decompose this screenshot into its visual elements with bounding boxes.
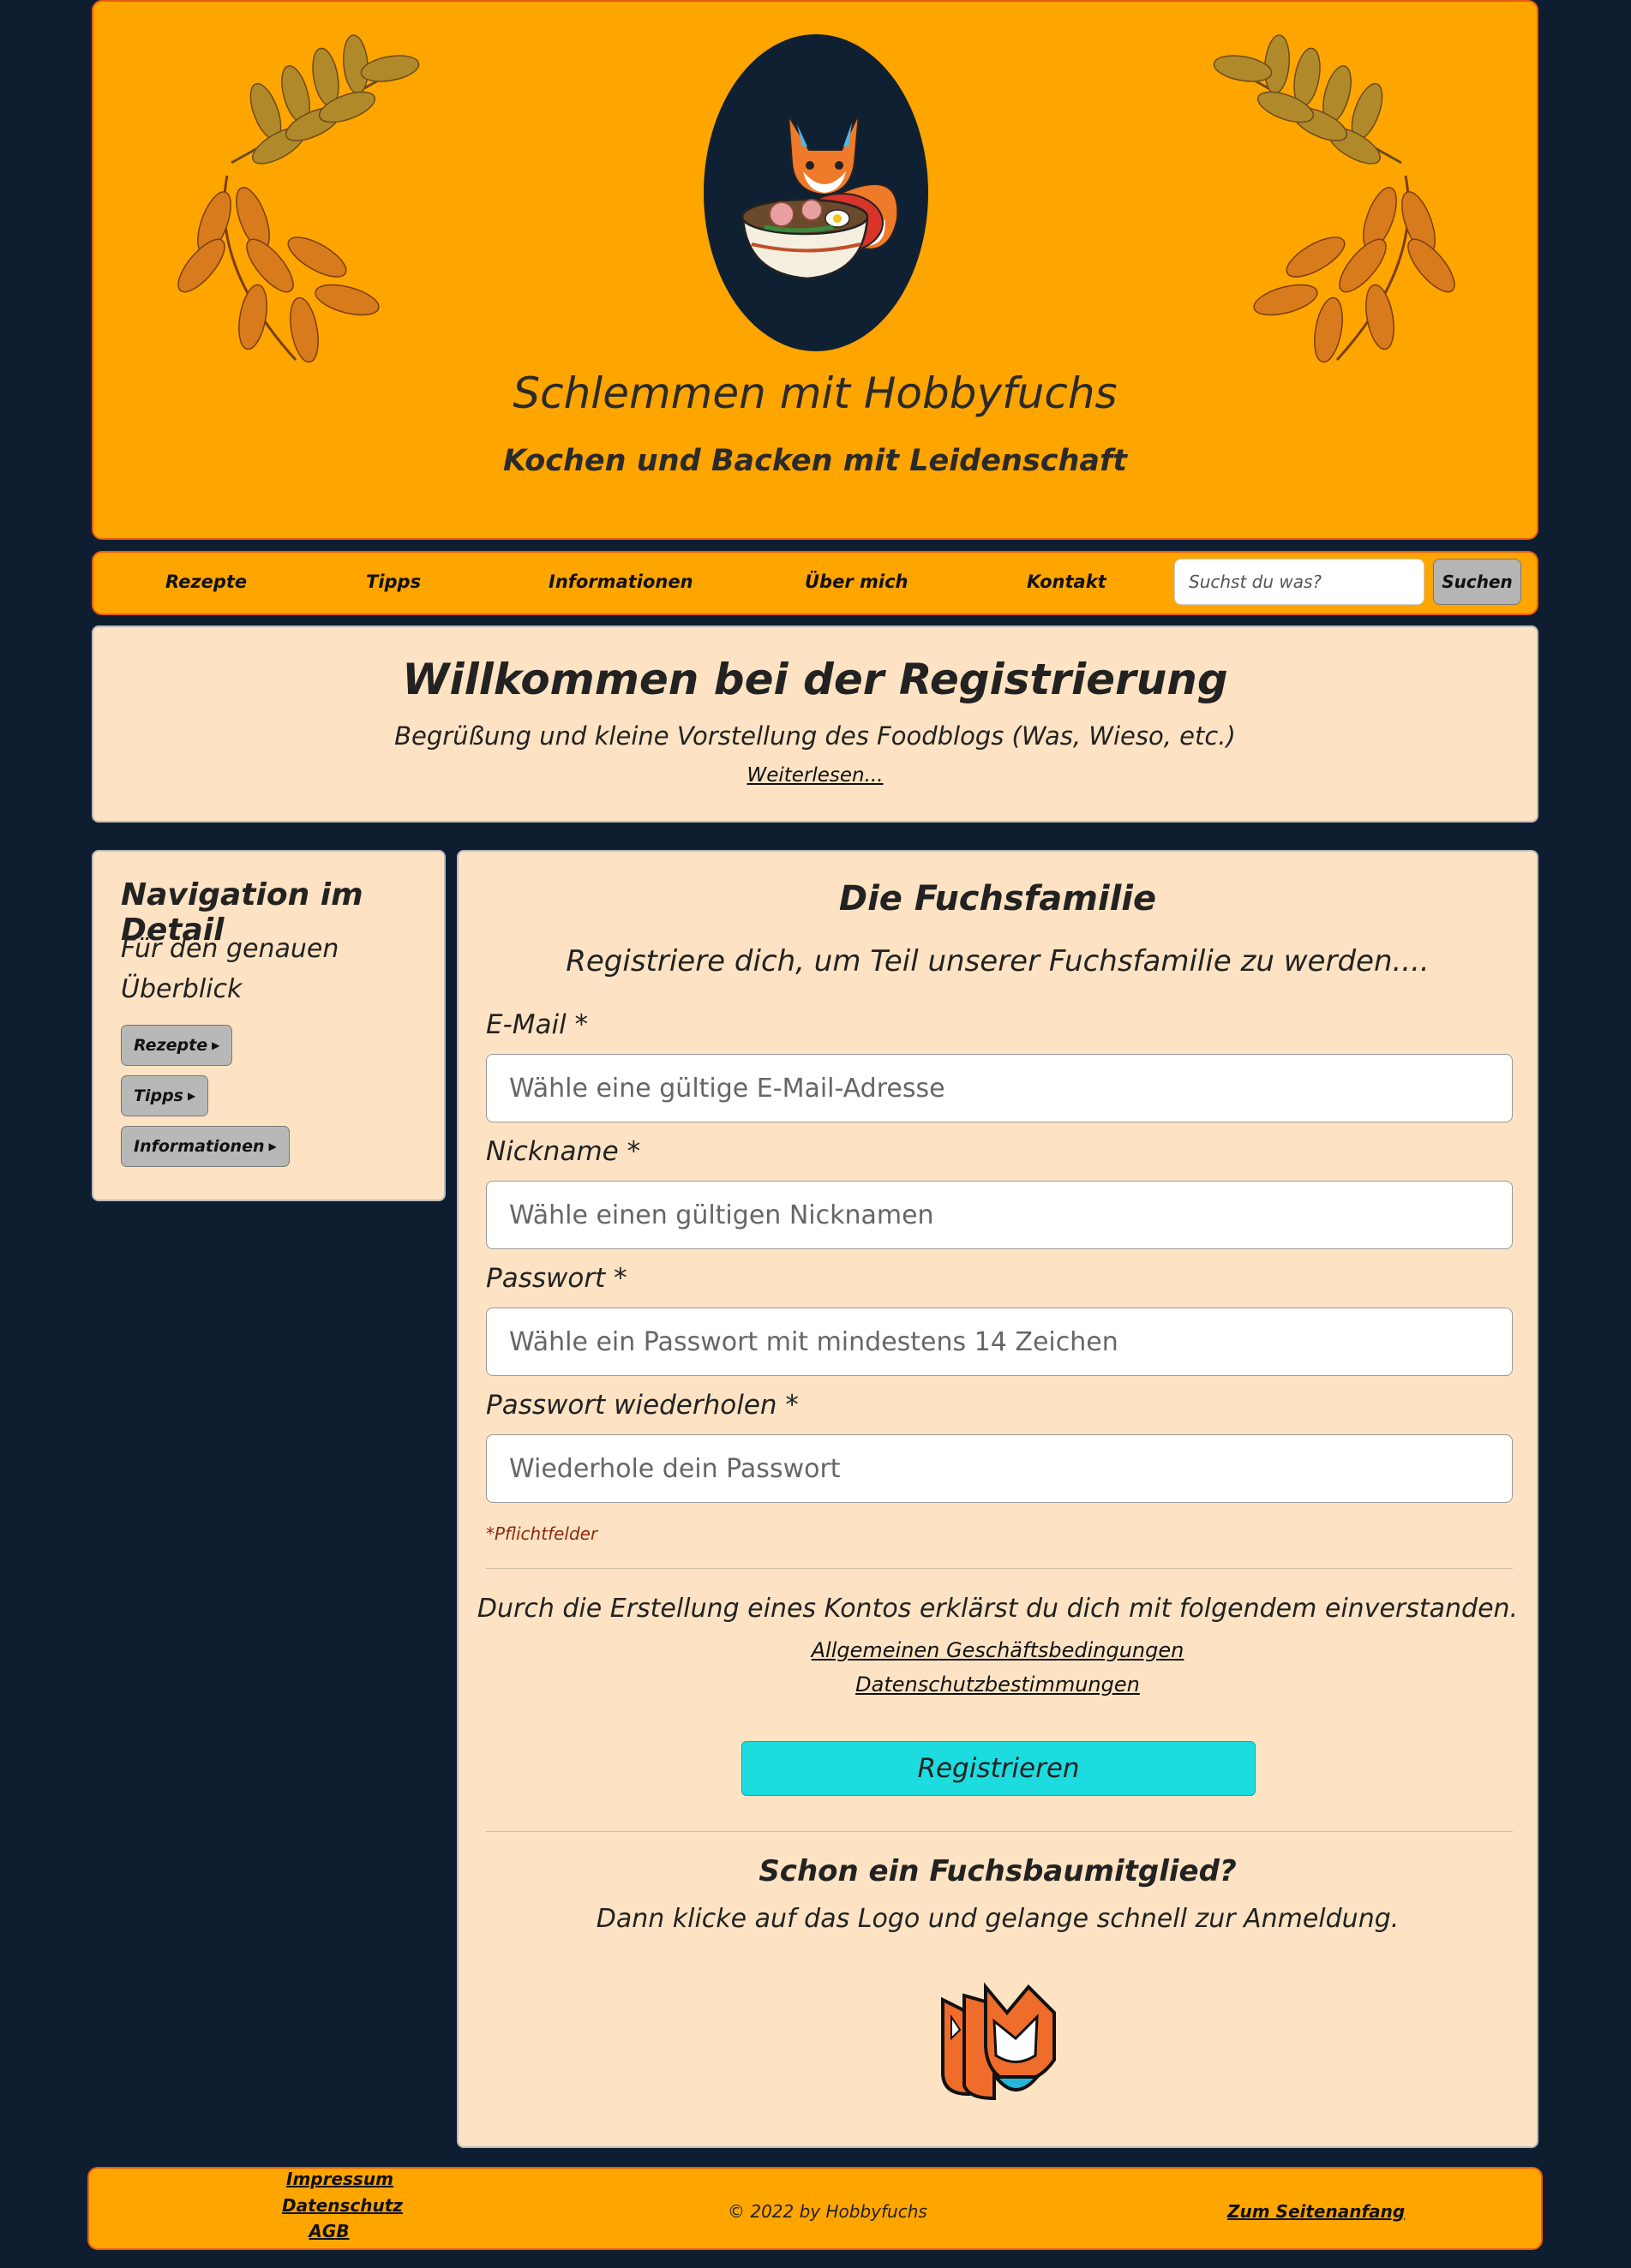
- welcome-card: Willkommen bei der Registrierung Begrüßu…: [92, 625, 1538, 823]
- password-field[interactable]: [486, 1308, 1513, 1376]
- caret-right-icon: ▶: [268, 1140, 277, 1152]
- sidebar-subtitle: Für den genauen Überblick: [121, 934, 339, 1004]
- sidebar-button-rezepte[interactable]: Rezepte ▶: [121, 1025, 233, 1066]
- site-subtitle: Kochen und Backen mit Leidenschaft: [503, 444, 1127, 478]
- form-title: Die Fuchsfamilie: [838, 879, 1157, 919]
- search-input[interactable]: [1174, 559, 1424, 605]
- sidebar-button-informationen[interactable]: Informationen ▶: [121, 1126, 290, 1167]
- footer-link-impressum[interactable]: Impressum: [286, 2169, 393, 2189]
- leaf-branch-icon: [177, 175, 380, 363]
- sidebar-button-tipps[interactable]: Tipps ▶: [121, 1075, 209, 1116]
- site-title: Schlemmen mit Hobbyfuchs: [513, 368, 1118, 418]
- nav-item-kontakt[interactable]: Kontakt: [1027, 571, 1106, 592]
- nickname-field[interactable]: [486, 1181, 1513, 1249]
- fox-ramen-logo-icon[interactable]: [704, 34, 928, 351]
- caret-right-icon: ▶: [212, 1039, 220, 1051]
- privacy-link-row: Datenschutzbestimmungen: [459, 1673, 1537, 1697]
- nav-item-tipps[interactable]: Tipps: [366, 571, 421, 592]
- member-title: Schon ein Fuchsbaumitglied?: [759, 1854, 1237, 1888]
- email-field[interactable]: [486, 1054, 1513, 1122]
- password-label: Passwort *: [486, 1263, 627, 1294]
- nav-item-rezepte[interactable]: Rezepte: [165, 571, 247, 592]
- leaf-branch-icon: [231, 34, 420, 165]
- password-repeat-label: Passwort wiederholen *: [486, 1390, 799, 1421]
- fox-login-logo-icon[interactable]: [934, 1978, 1063, 2103]
- read-more-link: Weiterlesen...: [93, 764, 1537, 787]
- nickname-label: Nickname *: [486, 1136, 641, 1167]
- nav-item-informationen[interactable]: Informationen: [549, 571, 693, 592]
- consent-text: Durch die Erstellung eines Kontos erklär…: [477, 1594, 1519, 1624]
- footer-link-datenschutz[interactable]: Datenschutz: [282, 2195, 403, 2216]
- register-button[interactable]: Registrieren: [741, 1741, 1256, 1796]
- welcome-title: Willkommen bei der Registrierung: [402, 655, 1228, 704]
- leaf-branch-icon: [1213, 34, 1402, 165]
- divider: [486, 1568, 1513, 1569]
- form-intro: Registriere dich, um Teil unserer Fuchsf…: [566, 944, 1430, 978]
- divider: [486, 1831, 1513, 1832]
- nav-item-ueber-mich[interactable]: Über mich: [805, 571, 908, 592]
- caret-right-icon: ▶: [187, 1090, 196, 1102]
- required-note: *Pflichtfelder: [486, 1523, 598, 1544]
- password-repeat-field[interactable]: [486, 1434, 1513, 1503]
- agb-link-row: Allgemeinen Geschäftsbedingungen: [459, 1638, 1537, 1662]
- sidebar-button-label: Rezepte: [134, 1036, 208, 1055]
- footer: Impressum Datenschutz AGB © 2022 by Hobb…: [87, 2167, 1543, 2250]
- sidebar-button-label: Informationen: [134, 1137, 265, 1156]
- leaf-branch-icon: [1253, 175, 1455, 363]
- agb-link[interactable]: Allgemeinen Geschäftsbedingungen: [812, 1638, 1184, 1662]
- privacy-link[interactable]: Datenschutzbestimmungen: [855, 1673, 1140, 1697]
- sidebar-button-label: Tipps: [134, 1086, 183, 1105]
- email-label: E-Mail *: [486, 1009, 589, 1040]
- search-button[interactable]: Suchen: [1433, 559, 1521, 605]
- sidebar: Navigation im Detail Für den genauen Übe…: [92, 850, 446, 1201]
- read-more-link-text[interactable]: Weiterlesen...: [747, 764, 883, 787]
- registration-card: Die Fuchsfamilie Registriere dich, um Te…: [457, 850, 1538, 2148]
- footer-link-agb[interactable]: AGB: [282, 2221, 376, 2241]
- back-to-top-link[interactable]: Zum Seitenanfang: [1227, 2201, 1405, 2222]
- footer-copyright: © 2022 by Hobbyfuchs: [728, 2201, 927, 2222]
- welcome-text: Begrüßung und kleine Vorstellung des Foo…: [394, 721, 1236, 751]
- member-text: Dann klicke auf das Logo und gelange sch…: [596, 1904, 1400, 1934]
